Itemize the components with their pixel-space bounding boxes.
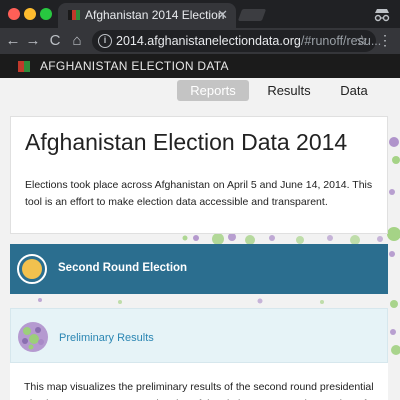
page-title: Afghanistan Election Data 2014 — [25, 129, 348, 155]
tab-reports[interactable]: Reports — [177, 80, 249, 101]
forward-arrow-icon[interactable]: → — [24, 31, 42, 51]
browser-menu-icon[interactable]: ⋮ — [378, 32, 392, 48]
description-card: This map visualizes the preliminary resu… — [10, 363, 388, 400]
tab-title: Afghanistan 2014 Election — [85, 8, 225, 22]
afghanistan-flag-icon — [12, 61, 30, 72]
close-window-button[interactable] — [8, 8, 20, 20]
intro-text: Elections took place across Afghanistan … — [25, 179, 373, 208]
reload-icon[interactable]: C — [46, 31, 64, 51]
browser-tab[interactable]: Afghanistan 2014 Election ✕ — [58, 3, 236, 28]
browser-toolbar: ← → C ⌂ i 2014.afghanistanelectiondata.o… — [0, 28, 400, 54]
back-arrow-icon[interactable]: ← — [4, 31, 22, 51]
main-nav: Reports Results Data — [0, 78, 400, 104]
results-map-thumbnail-icon — [18, 322, 48, 352]
favicon-icon — [68, 10, 80, 20]
new-tab-button[interactable] — [237, 9, 267, 21]
incognito-icon — [374, 9, 390, 22]
bookmark-star-icon[interactable]: ☆ — [355, 32, 368, 49]
minimize-window-button[interactable] — [24, 8, 36, 20]
url-path: /#runoff/resu... — [300, 34, 382, 48]
site-name[interactable]: AFGHANISTAN ELECTION DATA — [40, 59, 229, 73]
site-header: AFGHANISTAN ELECTION DATA — [0, 54, 400, 78]
tab-data[interactable]: Data — [325, 80, 383, 101]
tab-close-icon[interactable]: ✕ — [217, 7, 228, 23]
section-title: Second Round Election — [58, 262, 188, 274]
tab-results[interactable]: Results — [257, 80, 321, 101]
info-icon[interactable]: i — [98, 34, 112, 48]
maximize-window-button[interactable] — [40, 8, 52, 20]
url-host: 2014.afghanistanelectiondata.org — [116, 34, 301, 48]
round-circle-icon — [17, 254, 47, 284]
preliminary-results-item[interactable]: Preliminary Results — [10, 308, 388, 363]
url-text: 2014.afghanistanelectiondata.org/#runoff… — [116, 34, 381, 48]
description-text: This map visualizes the preliminary resu… — [24, 381, 374, 400]
address-bar[interactable]: i 2014.afghanistanelectiondata.org/#runo… — [92, 30, 381, 52]
browser-titlebar: Afghanistan 2014 Election ✕ — [0, 0, 400, 28]
home-icon[interactable]: ⌂ — [68, 31, 86, 51]
intro-card: Afghanistan Election Data 2014 Elections… — [10, 116, 388, 234]
preliminary-results-link[interactable]: Preliminary Results — [59, 332, 154, 344]
second-round-section[interactable]: Second Round Election — [10, 244, 388, 294]
